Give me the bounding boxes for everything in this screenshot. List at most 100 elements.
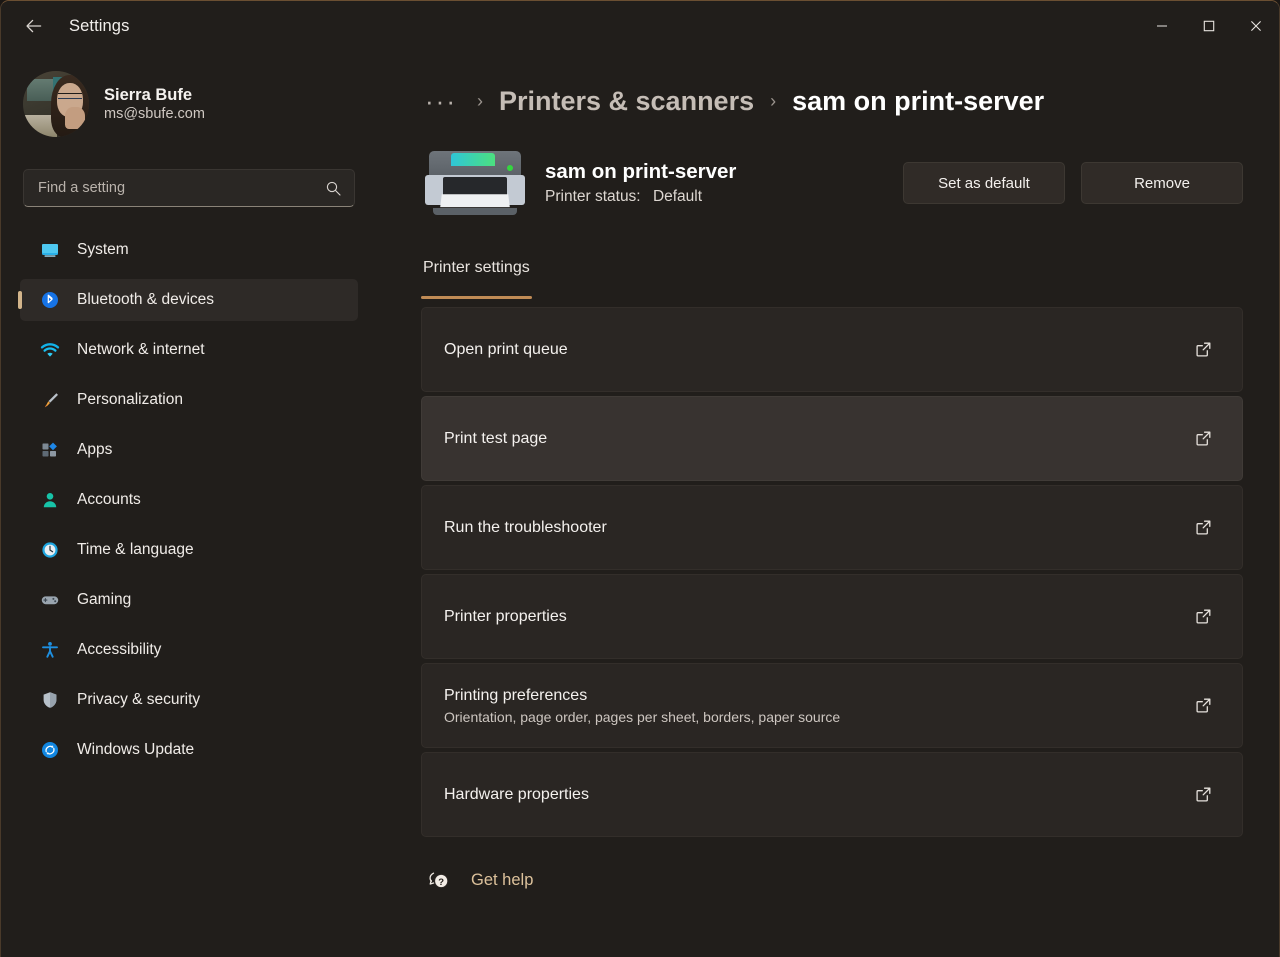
settings-row[interactable]: Print test page	[421, 396, 1243, 481]
wifi-icon	[40, 340, 60, 360]
open-external-icon[interactable]	[1190, 782, 1216, 808]
get-help-link[interactable]: ? Get help	[421, 863, 539, 897]
settings-window: Settings	[0, 0, 1280, 957]
breadcrumb-separator: ›	[477, 92, 483, 110]
printer-icon	[423, 147, 527, 219]
sidebar-item-personalization[interactable]: Personalization	[20, 379, 358, 421]
row-title: Run the troubleshooter	[444, 519, 607, 537]
open-external-icon[interactable]	[1190, 515, 1216, 541]
paintbrush-icon	[40, 390, 60, 410]
help-chat-icon: ?	[427, 867, 453, 893]
sidebar-item-label: System	[77, 241, 129, 259]
shield-icon	[40, 690, 60, 710]
sidebar-item-system[interactable]: System	[20, 229, 358, 271]
settings-row[interactable]: Open print queue	[421, 307, 1243, 392]
minimize-button[interactable]	[1138, 1, 1185, 51]
row-subtitle: Orientation, page order, pages per sheet…	[444, 709, 840, 725]
close-button[interactable]	[1232, 1, 1279, 51]
device-status-label: Printer status:	[545, 188, 641, 205]
bluetooth-icon	[40, 290, 60, 310]
breadcrumb-overflow-button[interactable]: ···	[421, 86, 461, 116]
row-texts: Hardware properties	[444, 786, 589, 804]
device-name: sam on print-server	[545, 160, 736, 184]
sidebar-item-network-internet[interactable]: Network & internet	[20, 329, 358, 371]
avatar	[23, 71, 89, 137]
settings-row[interactable]: Printer properties	[421, 574, 1243, 659]
window-controls	[1138, 1, 1279, 51]
sidebar-item-label: Time & language	[77, 541, 194, 559]
maximize-button[interactable]	[1185, 1, 1232, 51]
sidebar-item-accounts[interactable]: Accounts	[20, 479, 358, 521]
header-actions: Set as default Remove	[903, 162, 1243, 204]
person-icon	[40, 490, 60, 510]
accessibility-icon	[40, 640, 60, 660]
close-icon	[1250, 20, 1262, 32]
device-text: sam on print-server Printer status: Defa…	[545, 160, 736, 206]
sidebar-item-label: Network & internet	[77, 341, 205, 359]
paintbrush-icon	[40, 390, 60, 410]
gamepad-icon	[40, 590, 60, 610]
sidebar-item-label: Apps	[77, 441, 112, 459]
sidebar-nav: System Bluetooth & devices Network & inter…	[1, 229, 377, 771]
sidebar-item-privacy-security[interactable]: Privacy & security	[20, 679, 358, 721]
sidebar-item-label: Accounts	[77, 491, 141, 509]
sidebar-item-label: Gaming	[77, 591, 131, 609]
row-texts: Printer properties	[444, 608, 567, 626]
open-external-icon[interactable]	[1190, 604, 1216, 630]
main-content: ··· › Printers & scanners › sam on print…	[377, 51, 1279, 957]
account-email: ms@sbufe.com	[104, 106, 205, 122]
breadcrumb-current: sam on print-server	[792, 86, 1044, 117]
row-title: Printer properties	[444, 608, 567, 626]
sidebar-item-time-language[interactable]: Time & language	[20, 529, 358, 571]
search-wrapper	[23, 169, 355, 207]
search-icon	[325, 180, 342, 197]
tab-bar: Printer settings	[421, 257, 1243, 299]
sidebar-item-label: Accessibility	[77, 641, 161, 659]
search-input[interactable]	[38, 180, 325, 196]
tab-printer-settings[interactable]: Printer settings	[421, 257, 532, 299]
sidebar-item-gaming[interactable]: Gaming	[20, 579, 358, 621]
set-as-default-button[interactable]: Set as default	[903, 162, 1065, 204]
back-button[interactable]	[13, 9, 55, 43]
search-box[interactable]	[23, 169, 355, 207]
open-external-icon[interactable]	[1190, 693, 1216, 719]
remove-button[interactable]: Remove	[1081, 162, 1243, 204]
open-external-icon[interactable]	[1190, 337, 1216, 363]
minimize-icon	[1156, 20, 1168, 32]
body-area: Sierra Bufe ms@sbufe.com System Bluetooth…	[1, 51, 1279, 957]
sidebar-item-bluetooth-devices[interactable]: Bluetooth & devices	[20, 279, 358, 321]
row-texts: Run the troubleshooter	[444, 519, 607, 537]
open-external-icon[interactable]	[1190, 426, 1216, 452]
sidebar-item-accessibility[interactable]: Accessibility	[20, 629, 358, 671]
account-text: Sierra Bufe ms@sbufe.com	[104, 86, 205, 122]
row-title: Hardware properties	[444, 786, 589, 804]
sidebar-item-windows-update[interactable]: Windows Update	[20, 729, 358, 771]
person-icon	[40, 490, 60, 510]
shield-icon	[40, 690, 60, 710]
row-title: Print test page	[444, 430, 547, 448]
svg-text:?: ?	[438, 877, 444, 888]
update-sync-icon	[40, 740, 60, 760]
settings-row[interactable]: Hardware properties	[421, 752, 1243, 837]
device-status-value: Default	[653, 188, 702, 205]
sidebar-item-label: Privacy & security	[77, 691, 200, 709]
clock-icon	[40, 540, 60, 560]
settings-row[interactable]: Run the troubleshooter	[421, 485, 1243, 570]
breadcrumb-separator: ›	[770, 92, 776, 110]
breadcrumb-parent-link[interactable]: Printers & scanners	[499, 86, 754, 117]
sidebar-item-label: Personalization	[77, 391, 183, 409]
sidebar-item-apps[interactable]: Apps	[20, 429, 358, 471]
sidebar-item-label: Windows Update	[77, 741, 194, 759]
account-block[interactable]: Sierra Bufe ms@sbufe.com	[1, 59, 377, 147]
row-texts: Printing preferences Orientation, page or…	[444, 687, 840, 725]
sidebar: Sierra Bufe ms@sbufe.com System Bluetooth…	[1, 51, 377, 957]
settings-row[interactable]: Printing preferences Orientation, page or…	[421, 663, 1243, 748]
clock-icon	[40, 540, 60, 560]
apps-grid-icon	[40, 440, 60, 460]
arrow-left-icon	[24, 16, 44, 36]
maximize-icon	[1203, 20, 1215, 32]
settings-rows: Open print queue Print test page Run the t…	[421, 307, 1243, 837]
row-title: Printing preferences	[444, 687, 840, 705]
sidebar-item-label: Bluetooth & devices	[77, 291, 214, 309]
bluetooth-icon	[40, 290, 60, 310]
